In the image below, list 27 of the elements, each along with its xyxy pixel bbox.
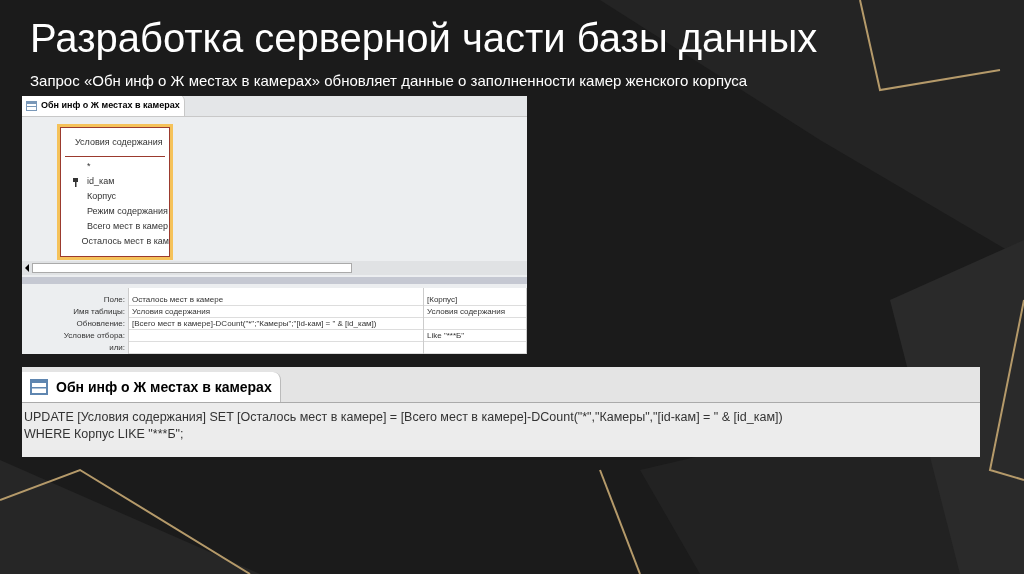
grid-row-label: или: (109, 342, 125, 354)
grid-row-label: Поле: (103, 294, 125, 306)
sql-line: WHERE Корпус LIKE "***Б"; (24, 426, 185, 443)
field-name[interactable]: id_кам (87, 175, 115, 189)
grid-row-label: Имя таблицы: (73, 306, 125, 318)
grid-cell[interactable]: Условия содержания (427, 307, 505, 316)
grid-cell[interactable]: Осталось мест в камере (132, 295, 224, 304)
field-name[interactable]: Корпус (87, 190, 117, 204)
grid-row-label: Условие отбора: (63, 330, 125, 342)
field-name[interactable]: Всего мест в камер (87, 220, 169, 234)
field-name[interactable]: Режим содержания (87, 205, 168, 219)
query-icon (30, 379, 48, 395)
query-icon (26, 100, 37, 111)
horizontal-scrollbar[interactable] (32, 263, 352, 274)
grid-cell[interactable]: Условия содержания (132, 307, 210, 316)
table-title: Условия содержания (65, 128, 165, 157)
grid-row-label: Обновление: (76, 318, 125, 330)
slide-title: Разработка серверной части базы данных (30, 15, 818, 62)
grid-cell[interactable]: Like "***Б" (427, 331, 465, 340)
field-name[interactable]: * (87, 160, 91, 174)
field-name[interactable]: Осталось мест в кам (81, 235, 169, 249)
grid-cell[interactable]: [Корпус] (427, 295, 458, 304)
query-tab[interactable]: Обн инф о Ж местах в камерах (22, 372, 281, 402)
sql-line: UPDATE [Условия содержания] SET [Осталось мест в камере] = [Всего мест в камере]-DCount("*","Камеры","[id-кам] = " & [id_кам]) (24, 409, 784, 426)
grid-cell[interactable]: [Всего мест в камере]-DCount("*";"Камеры";"[id-кам] = " & [id_кам]) (132, 319, 377, 328)
query-tab[interactable]: Обн инф о Ж местах в камерах (22, 96, 185, 116)
slide-subtitle: Запрос «Обн инф о Ж местах в камерах» обновляет данные о заполненности камер женского корпуса (30, 71, 749, 91)
